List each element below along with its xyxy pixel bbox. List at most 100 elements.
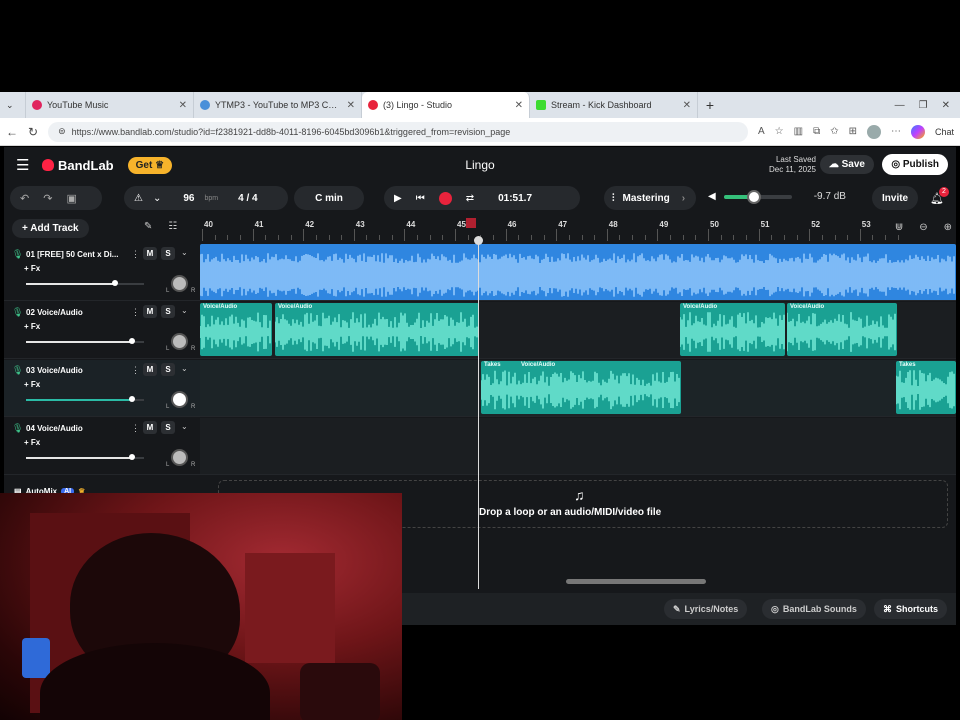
mastering-button[interactable]: ⫶ Mastering › bbox=[604, 186, 696, 210]
publish-button[interactable]: ◎ Publish bbox=[882, 154, 948, 175]
solo-button[interactable]: S bbox=[161, 421, 175, 434]
add-fx-button[interactable]: + Fx bbox=[24, 264, 40, 273]
track-volume-slider[interactable] bbox=[26, 457, 144, 459]
url-field[interactable]: ⊜ https://www.bandlab.com/studio?id=f238… bbox=[48, 121, 748, 142]
track-header[interactable]: 🎙︎ 03 Voice/Audio ⋮ M S ⌄ + Fx L R bbox=[4, 360, 200, 417]
mute-button[interactable]: M bbox=[143, 421, 157, 434]
track-lane[interactable]: Voice/Audio Voice/Audio Voice/Audio Voice/A… bbox=[200, 302, 956, 359]
tab-actions-button[interactable]: ⌄ bbox=[0, 92, 26, 118]
pan-knob[interactable] bbox=[171, 333, 188, 350]
mute-button[interactable]: M bbox=[143, 363, 157, 376]
track-header[interactable]: 🎙︎ 04 Voice/Audio ⋮ M S ⌄ + Fx L R bbox=[4, 418, 200, 475]
add-fx-button[interactable]: + Fx bbox=[24, 380, 40, 389]
playhead[interactable] bbox=[478, 239, 479, 589]
menu-icon[interactable]: ☰ bbox=[16, 156, 32, 174]
tab-ytmp3[interactable]: YTMP3 - YouTube to MP3 Convert ✕ bbox=[194, 92, 362, 118]
loop-marker[interactable] bbox=[466, 218, 476, 228]
track-lane[interactable]: Takes Voice/Audio Takes bbox=[200, 360, 956, 417]
close-icon[interactable]: ✕ bbox=[683, 100, 691, 111]
tab-bandlab-studio[interactable]: (3) Lingo - Studio ✕ bbox=[362, 92, 530, 118]
chevron-down-icon[interactable]: ⌄ bbox=[153, 193, 161, 204]
pan-knob[interactable] bbox=[171, 391, 188, 408]
pan-knob[interactable] bbox=[171, 275, 188, 292]
volume-knob[interactable] bbox=[747, 189, 762, 204]
track-header[interactable]: 🎙︎ 01 [FREE] 50 Cent x Di... ⋮ M S ⌄ + Fx L R bbox=[4, 244, 200, 301]
collections-icon[interactable]: ⊞ bbox=[849, 126, 857, 137]
more-vertical-icon[interactable]: ⋮ bbox=[131, 307, 140, 318]
mic-icon[interactable]: 🎙︎ bbox=[12, 365, 23, 376]
mute-button[interactable]: M bbox=[143, 305, 157, 318]
lyrics-notes-button[interactable]: ✎ Lyrics/Notes bbox=[664, 599, 748, 619]
minimize-icon[interactable]: — bbox=[895, 100, 905, 111]
redo-icon[interactable]: ↷ bbox=[43, 192, 52, 205]
tab-kick-dashboard[interactable]: Stream - Kick Dashboard ✕ bbox=[530, 92, 698, 118]
chevron-down-icon[interactable]: ⌄ bbox=[181, 306, 188, 315]
zoom-out-icon[interactable]: ⊖ bbox=[919, 222, 927, 233]
copilot-icon[interactable] bbox=[910, 124, 925, 139]
track-volume-slider[interactable] bbox=[26, 283, 144, 285]
favorite-star-icon[interactable]: ☆ bbox=[775, 126, 784, 137]
new-tab-button[interactable]: + bbox=[698, 97, 722, 113]
audio-clip[interactable]: Voice/Audio bbox=[275, 303, 479, 356]
metronome-icon[interactable]: ⚠ bbox=[134, 193, 143, 204]
key-selector[interactable]: C min bbox=[294, 186, 364, 210]
more-vertical-icon[interactable]: ⋮ bbox=[131, 249, 140, 260]
more-vertical-icon[interactable]: ⋮ bbox=[131, 423, 140, 434]
zoom-in-icon[interactable]: ⊕ bbox=[944, 222, 952, 233]
track-volume-knob[interactable] bbox=[129, 454, 136, 460]
profile-avatar[interactable] bbox=[866, 124, 881, 139]
undo-icon[interactable]: ↶ bbox=[20, 192, 29, 205]
skip-back-icon[interactable]: ⏮ bbox=[416, 193, 425, 204]
timeline-ruler[interactable]: ⋓ ⊖ ⊕ 40 41 42 43 44 45 46 47 48 49 50 51 52 53 bbox=[200, 217, 956, 244]
mic-icon[interactable]: 🎙︎ bbox=[12, 249, 23, 260]
track-name[interactable]: 01 [FREE] 50 Cent x Di... bbox=[26, 250, 126, 259]
bandlab-sounds-button[interactable]: ◎ BandLab Sounds bbox=[762, 599, 866, 619]
back-icon[interactable]: ← bbox=[6, 125, 18, 139]
audio-clip[interactable]: Takes bbox=[896, 361, 956, 414]
tuner-icon[interactable]: ▣ bbox=[66, 192, 76, 205]
read-aloud-icon[interactable]: A bbox=[758, 126, 765, 137]
record-button[interactable] bbox=[438, 191, 452, 205]
mute-button[interactable]: M bbox=[143, 247, 157, 260]
audio-clip[interactable] bbox=[200, 244, 956, 300]
pencil-icon[interactable]: ✎ bbox=[144, 221, 152, 232]
mic-icon[interactable]: 🎙︎ bbox=[12, 307, 23, 318]
play-icon[interactable]: ▶ bbox=[394, 193, 402, 204]
close-window-icon[interactable]: ✕ bbox=[942, 100, 950, 111]
solo-button[interactable]: S bbox=[161, 305, 175, 318]
track-name[interactable]: 03 Voice/Audio bbox=[26, 366, 126, 375]
add-fx-button[interactable]: + Fx bbox=[24, 322, 40, 331]
bandlab-logo[interactable]: BandLab bbox=[42, 158, 114, 173]
master-volume-slider[interactable] bbox=[723, 189, 792, 204]
chevron-down-icon[interactable]: ⌄ bbox=[181, 248, 188, 257]
track-volume-slider[interactable] bbox=[26, 341, 144, 343]
horizontal-scrollbar[interactable] bbox=[566, 579, 706, 584]
track-volume-knob[interactable] bbox=[129, 338, 136, 344]
audio-clip[interactable]: Voice/Audio bbox=[200, 303, 272, 356]
audio-clip[interactable]: Takes Voice/Audio bbox=[481, 361, 681, 414]
solo-button[interactable]: S bbox=[161, 363, 175, 376]
extensions-icon[interactable]: ⧉ bbox=[813, 126, 820, 137]
solo-button[interactable]: S bbox=[161, 247, 175, 260]
pan-knob[interactable] bbox=[171, 449, 188, 466]
shortcuts-button[interactable]: ⌘ Shortcuts bbox=[874, 599, 948, 619]
restore-icon[interactable]: ❐ bbox=[919, 100, 928, 111]
add-fx-button[interactable]: + Fx bbox=[24, 438, 40, 447]
close-icon[interactable]: ✕ bbox=[515, 100, 523, 111]
time-signature[interactable]: 4 / 4 bbox=[238, 193, 257, 204]
magnet-icon[interactable]: ⋓ bbox=[895, 222, 903, 233]
track-settings-icon[interactable]: ☷ bbox=[168, 221, 177, 232]
track-name[interactable]: 02 Voice/Audio bbox=[26, 308, 126, 317]
track-lane[interactable] bbox=[200, 418, 956, 475]
mic-icon[interactable]: 🎙︎ bbox=[12, 423, 23, 434]
close-icon[interactable]: ✕ bbox=[347, 100, 355, 111]
track-volume-knob[interactable] bbox=[111, 280, 118, 286]
split-screen-icon[interactable]: ▥ bbox=[794, 126, 803, 137]
track-volume-knob[interactable] bbox=[129, 396, 136, 402]
save-button[interactable]: ☁ Save bbox=[819, 155, 874, 174]
track-name[interactable]: 04 Voice/Audio bbox=[26, 424, 126, 433]
get-membership-button[interactable]: Get ♕ bbox=[127, 156, 173, 174]
tab-youtube-music[interactable]: YouTube Music ✕ bbox=[26, 92, 194, 118]
bpm-value[interactable]: 96 bbox=[183, 193, 194, 204]
speaker-icon[interactable]: ◀ bbox=[708, 191, 716, 202]
